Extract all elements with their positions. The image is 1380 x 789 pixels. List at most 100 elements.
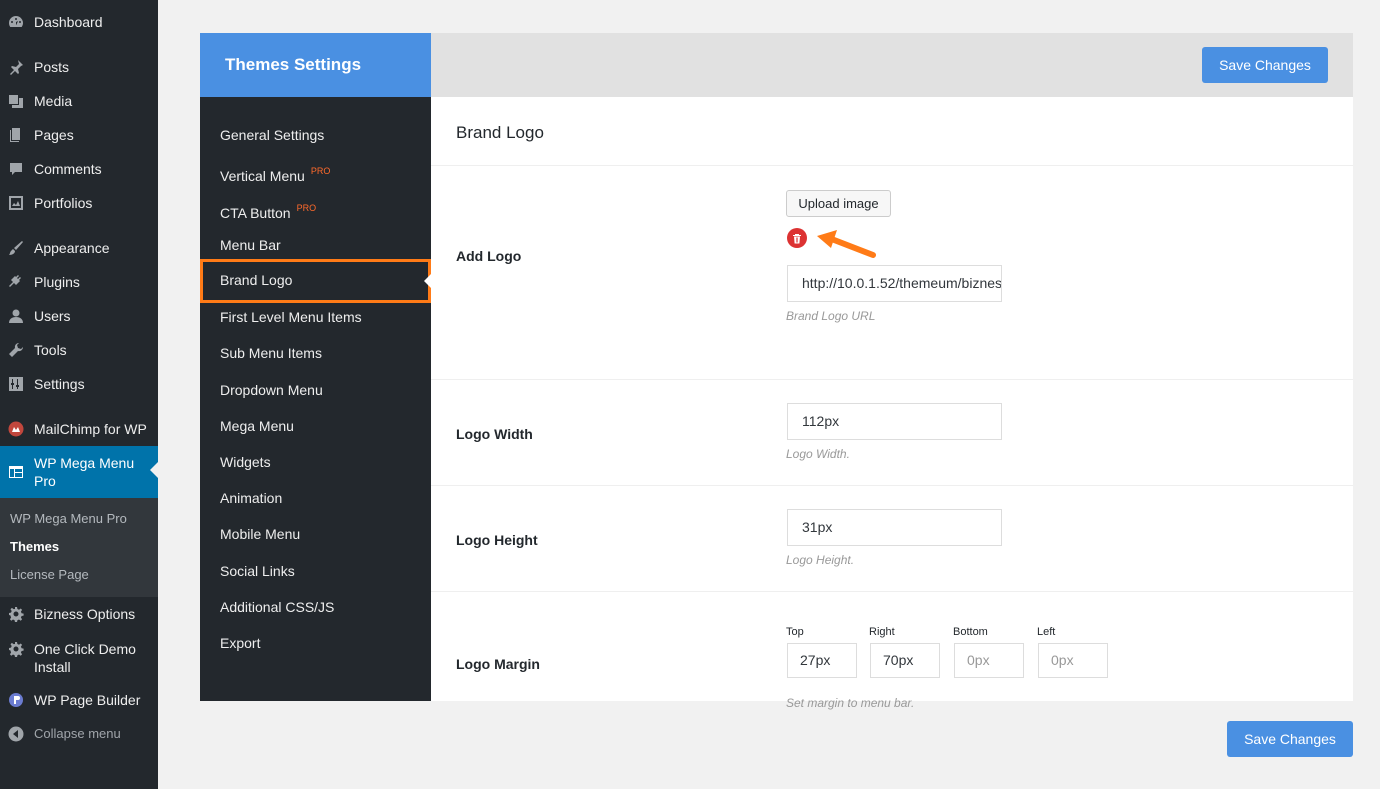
wp-menu-appearance[interactable]: Appearance bbox=[0, 231, 158, 265]
margin-right-input[interactable]: 70px bbox=[870, 643, 940, 678]
nav-label: Menu Bar bbox=[220, 237, 281, 253]
media-icon bbox=[8, 93, 24, 109]
plug-icon bbox=[8, 274, 24, 290]
wp-submenu-themes[interactable]: Themes bbox=[0, 533, 158, 561]
pro-badge: PRO bbox=[310, 166, 331, 176]
sliders-icon bbox=[8, 376, 24, 392]
table-icon bbox=[8, 464, 24, 480]
nav-vertical-menu[interactable]: Vertical Menu PRO bbox=[200, 153, 431, 189]
wp-menu-label: Pages bbox=[34, 127, 74, 143]
themes-settings-panel: Themes Settings Save Changes General Set… bbox=[200, 33, 1353, 710]
wp-menu-bizness-options[interactable]: Bizness Options bbox=[0, 597, 158, 631]
nav-menu-bar[interactable]: Menu Bar bbox=[200, 227, 431, 263]
add-logo-label: Add Logo bbox=[456, 248, 522, 264]
logo-height-hint: Logo Height. bbox=[786, 553, 855, 567]
panel-title: Themes Settings bbox=[200, 33, 431, 97]
nav-animation[interactable]: Animation bbox=[200, 480, 431, 516]
wp-menu-label: MailChimp for WP bbox=[34, 421, 147, 437]
nav-label: Vertical Menu bbox=[220, 168, 305, 184]
wp-menu-label: Portfolios bbox=[34, 195, 93, 211]
logo-height-input[interactable]: 31px bbox=[787, 509, 1002, 546]
pro-badge: PRO bbox=[296, 203, 317, 213]
logo-width-row: Logo Width 112px Logo Width. bbox=[431, 379, 1353, 485]
gear-icon bbox=[8, 606, 24, 622]
wp-menu-page-builder[interactable]: WP Page Builder bbox=[0, 683, 158, 717]
wp-menu-settings[interactable]: Settings bbox=[0, 367, 158, 401]
wp-submenu: WP Mega Menu Pro Themes License Page bbox=[0, 498, 158, 597]
nav-label: Sub Menu Items bbox=[220, 345, 322, 361]
margin-right-label: Right bbox=[869, 626, 895, 638]
wp-menu-label: Media bbox=[34, 93, 73, 109]
wp-menu-tools[interactable]: Tools bbox=[0, 333, 158, 367]
nav-label: Dropdown Menu bbox=[220, 382, 323, 398]
section-title: Brand Logo bbox=[456, 123, 544, 142]
logo-margin-row: Logo Margin Top 27px Right 70px Bottom 0… bbox=[431, 591, 1353, 710]
nav-dropdown-menu[interactable]: Dropdown Menu bbox=[200, 372, 431, 408]
nav-sub-menu-items[interactable]: Sub Menu Items bbox=[200, 335, 431, 371]
add-logo-row: Add Logo Upload image http://10.0.1.52/t… bbox=[431, 165, 1353, 347]
wp-collapse-menu[interactable]: Collapse menu bbox=[0, 717, 158, 751]
nav-social-links[interactable]: Social Links bbox=[200, 553, 431, 589]
nav-mobile-menu[interactable]: Mobile Menu bbox=[200, 516, 431, 552]
wp-menu-label: Users bbox=[34, 308, 71, 324]
margin-left-label: Left bbox=[1037, 626, 1056, 638]
comment-icon bbox=[8, 161, 24, 177]
wp-menu-mailchimp[interactable]: MailChimp for WP bbox=[0, 412, 158, 446]
wp-menu-label: Collapse menu bbox=[34, 726, 121, 741]
wp-menu-posts[interactable]: Posts bbox=[0, 50, 158, 84]
nav-label: Mobile Menu bbox=[220, 526, 301, 542]
wp-menu-label: Plugins bbox=[34, 274, 80, 290]
nav-general-settings[interactable]: General Settings bbox=[200, 117, 431, 153]
nav-widgets[interactable]: Widgets bbox=[200, 444, 431, 480]
wp-menu-label: Appearance bbox=[34, 240, 110, 256]
nav-export[interactable]: Export bbox=[200, 625, 431, 661]
brand-logo-url-hint: Brand Logo URL bbox=[786, 309, 876, 323]
logo-margin-hint: Set margin to menu bar. bbox=[786, 696, 915, 710]
panel-header: Save Changes bbox=[431, 33, 1353, 97]
nav-brand-logo[interactable]: Brand Logo bbox=[200, 259, 431, 303]
brand-logo-url-input[interactable]: http://10.0.1.52/themeum/bizness bbox=[787, 265, 1002, 302]
nav-first-level-menu-items[interactable]: First Level Menu Items bbox=[200, 299, 431, 335]
wp-menu-portfolios[interactable]: Portfolios bbox=[0, 186, 158, 220]
pages-icon bbox=[8, 127, 24, 143]
margin-top-input[interactable]: 27px bbox=[787, 643, 857, 678]
mailchimp-icon bbox=[8, 421, 24, 437]
nav-label: Additional CSS/JS bbox=[220, 599, 335, 615]
nav-label: Brand Logo bbox=[220, 272, 293, 288]
margin-top-label: Top bbox=[786, 626, 804, 638]
margin-left-input[interactable]: 0px bbox=[1038, 643, 1108, 678]
wp-menu-plugins[interactable]: Plugins bbox=[0, 265, 158, 299]
wp-menu-media[interactable]: Media bbox=[0, 84, 158, 118]
nav-label: Widgets bbox=[220, 454, 271, 470]
wp-menu-label: Settings bbox=[34, 376, 85, 392]
wp-submenu-mega-menu-pro[interactable]: WP Mega Menu Pro bbox=[0, 505, 158, 533]
save-changes-button-bottom[interactable]: Save Changes bbox=[1227, 721, 1353, 757]
brush-icon bbox=[8, 240, 24, 256]
delete-logo-button[interactable] bbox=[787, 228, 807, 248]
nav-additional-css-js[interactable]: Additional CSS/JS bbox=[200, 589, 431, 625]
wp-menu-users[interactable]: Users bbox=[0, 299, 158, 333]
logo-height-row: Logo Height 31px Logo Height. bbox=[431, 485, 1353, 591]
gear-icon bbox=[8, 641, 24, 657]
portfolio-icon bbox=[8, 195, 24, 211]
wp-menu-label: One Click Demo Install bbox=[34, 641, 136, 675]
wp-menu-pages[interactable]: Pages bbox=[0, 118, 158, 152]
user-icon bbox=[8, 308, 24, 324]
wp-menu-comments[interactable]: Comments bbox=[0, 152, 158, 186]
margin-bottom-label: Bottom bbox=[953, 626, 988, 638]
wp-menu-mega-menu-pro[interactable]: WP Mega Menu Pro bbox=[0, 446, 158, 498]
wp-menu-label: Bizness Options bbox=[34, 606, 136, 622]
logo-width-label: Logo Width bbox=[456, 426, 533, 442]
nav-cta-button[interactable]: CTA Button PRO bbox=[200, 190, 431, 226]
settings-nav: General Settings Vertical Menu PRO CTA Bu… bbox=[200, 97, 431, 701]
wp-submenu-license-page[interactable]: License Page bbox=[0, 561, 158, 589]
wp-menu-one-click-demo[interactable]: One Click Demo Install bbox=[0, 632, 158, 684]
collapse-icon bbox=[8, 726, 24, 742]
logo-width-input[interactable]: 112px bbox=[787, 403, 1002, 440]
margin-bottom-input[interactable]: 0px bbox=[954, 643, 1024, 678]
logo-height-label: Logo Height bbox=[456, 532, 538, 548]
save-changes-button[interactable]: Save Changes bbox=[1202, 47, 1328, 83]
wp-menu-dashboard[interactable]: Dashboard bbox=[0, 5, 158, 39]
upload-image-button[interactable]: Upload image bbox=[786, 190, 891, 217]
nav-mega-menu[interactable]: Mega Menu bbox=[200, 408, 431, 444]
